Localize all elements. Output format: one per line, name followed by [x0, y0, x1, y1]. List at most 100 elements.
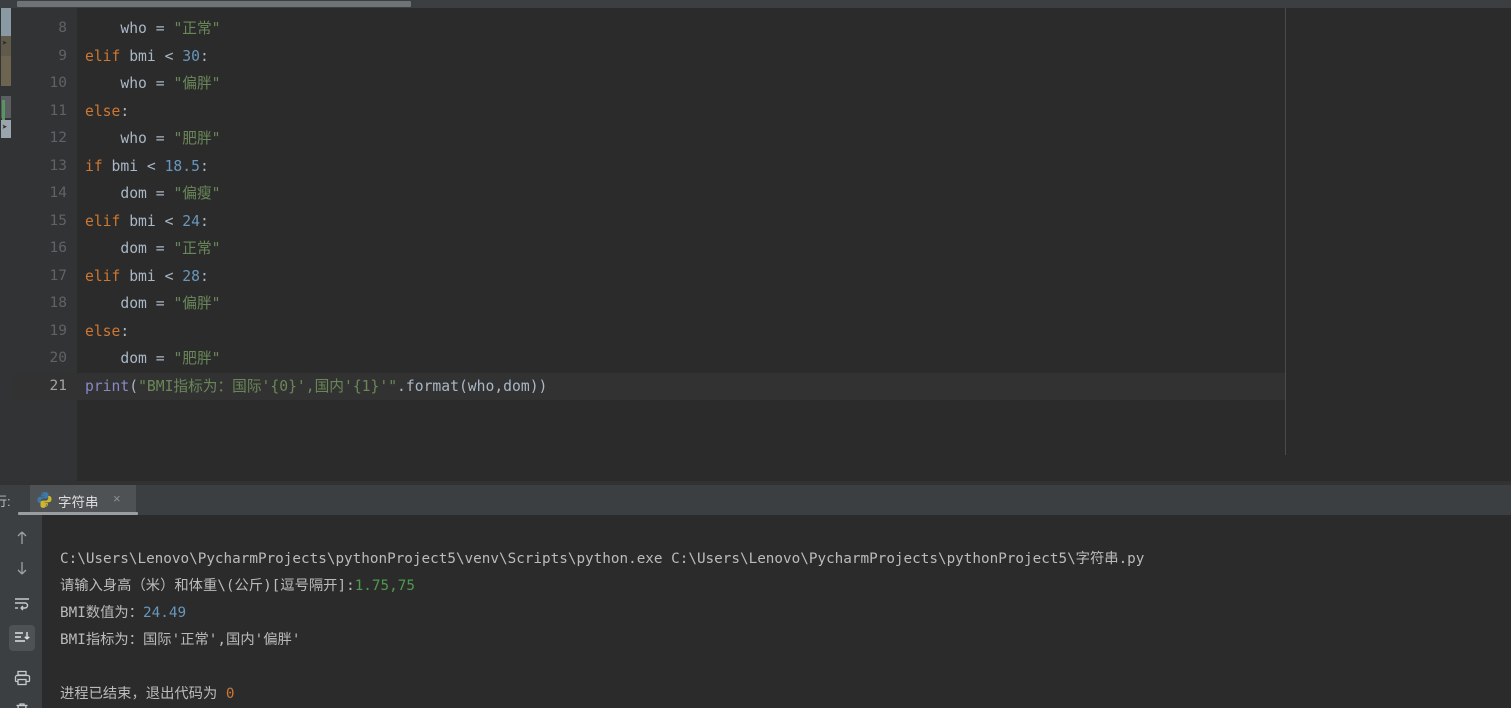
run-toolbar — [0, 515, 42, 708]
code-line[interactable]: who = "偏胖" — [77, 70, 1285, 98]
line-number[interactable]: 12 — [13, 125, 77, 153]
console-output[interactable]: C:\Users\Lenovo\PycharmProjects\pythonPr… — [42, 515, 1511, 708]
scroll-to-end-icon — [13, 629, 31, 647]
line-number[interactable]: 8 — [13, 15, 77, 43]
print-button[interactable] — [9, 665, 35, 691]
code-line[interactable]: who = "肥胖" — [77, 125, 1285, 153]
soft-wrap-icon — [13, 595, 31, 613]
python-file-icon — [37, 492, 52, 508]
code-canvas[interactable]: who = "正常" elif bmi < 30: who = "偏胖" else:… — [77, 8, 1511, 481]
console-command-line: C:\Users\Lenovo\PycharmProjects\pythonPr… — [60, 549, 1144, 569]
run-tool-window-header: 行: 字符串 × — [0, 485, 1511, 515]
code-token: : — [199, 157, 209, 175]
console-text: 24.49 — [143, 605, 187, 621]
chevron-right-icon: ➤ — [2, 123, 8, 133]
line-number[interactable]: 13 — [13, 153, 77, 181]
code-token: < — [164, 212, 183, 230]
console-bmi-value-line: BMI数值为：24.49 — [60, 603, 186, 623]
soft-wrap-button[interactable] — [9, 591, 35, 617]
code-token: who — [120, 75, 147, 92]
code-line[interactable]: who = "正常" — [77, 15, 1285, 43]
horizontal-scrollbar-thumb[interactable] — [17, 1, 411, 7]
code-token: 24 — [182, 212, 200, 230]
arrow-up-icon — [13, 529, 31, 547]
code-token: = — [146, 130, 174, 147]
line-number[interactable]: 15 — [13, 208, 77, 236]
code-token: dom) — [503, 377, 539, 395]
code-token: : — [199, 212, 209, 230]
code-token: = — [146, 350, 174, 367]
line-number[interactable]: 20 — [13, 345, 77, 373]
code-token: if — [85, 157, 103, 175]
tool-window-title: 行: — [0, 494, 11, 509]
code-line[interactable]: else: — [77, 98, 1285, 126]
annotation-marker — [1, 56, 11, 86]
line-number[interactable]: 18 — [13, 290, 77, 318]
code-token: ( — [129, 377, 139, 395]
close-icon[interactable]: × — [113, 491, 121, 506]
right-margin-guide — [1285, 8, 1286, 455]
arrow-down-icon — [13, 559, 31, 577]
console-text: 0 — [225, 686, 235, 702]
code-line[interactable]: elif bmi < 30: — [77, 43, 1285, 71]
scroll-down-button[interactable] — [9, 555, 35, 581]
chevron-right-icon: ➤ — [2, 39, 8, 49]
code-line[interactable]: dom = "偏瘦" — [77, 180, 1285, 208]
clear-all-button[interactable] — [9, 697, 35, 708]
code-token: dom — [120, 350, 147, 367]
scroll-up-button[interactable] — [9, 525, 35, 551]
code-token: else — [85, 102, 121, 120]
line-number[interactable]: 16 — [13, 235, 77, 263]
trash-icon — [13, 701, 31, 708]
console-text: 请输入身高（米）和体重\(公斤)[逗号隔开]: — [60, 578, 355, 594]
code-token: "偏胖" — [173, 75, 221, 92]
editor-annotation-strip[interactable]: ➤ ➤ — [0, 8, 13, 481]
code-line[interactable]: elif bmi < 28: — [77, 263, 1285, 291]
code-token: < — [164, 267, 183, 285]
code-token: < — [146, 157, 165, 175]
editor-bottom-fill — [77, 455, 1511, 481]
code-token: ) — [538, 377, 548, 395]
code-editor[interactable]: ➤ ➤ 8 9 10 11 12 13 14 15 16 17 18 19 20 21 who = "正常… — [0, 8, 1511, 481]
code-token: print — [85, 377, 130, 395]
code-line[interactable]: dom = "正常" — [77, 235, 1285, 263]
console-bmi-category-line: BMI指标为：国际'正常',国内'偏胖' — [60, 630, 300, 650]
console-text: BMI数值为： — [60, 605, 144, 621]
code-line[interactable]: dom = "肥胖" — [77, 345, 1285, 373]
code-line[interactable]: print("BMI指标为：国际'{0}',国内'{1}'".format(wh… — [77, 372, 1285, 400]
console-prompt-line: 请输入身高（米）和体重\(公斤)[逗号隔开]:1.75,75 — [60, 576, 415, 596]
code-line[interactable]: dom = "偏胖" — [77, 290, 1285, 318]
code-line[interactable]: if bmi < 18.5: — [77, 153, 1285, 181]
code-token: < — [164, 47, 183, 65]
code-token: = — [146, 75, 174, 92]
editor-gutter[interactable]: 8 9 10 11 12 13 14 15 16 17 18 19 20 21 — [13, 8, 77, 481]
line-number[interactable]: 21 — [13, 372, 77, 400]
vcs-change-marker — [2, 100, 5, 122]
annotation-marker — [1, 8, 11, 36]
code-token: who — [120, 20, 147, 37]
code-token: else — [85, 322, 121, 340]
code-token: who — [120, 130, 147, 147]
line-number[interactable]: 14 — [13, 180, 77, 208]
code-token: elif — [85, 47, 121, 65]
line-number[interactable]: 19 — [13, 318, 77, 346]
code-token: : — [199, 267, 209, 285]
code-token: dom — [120, 240, 147, 257]
console-text: C:\Users\Lenovo\PycharmProjects\pythonPr… — [60, 551, 1145, 567]
code-token: "肥胖" — [173, 350, 221, 367]
code-token: = — [146, 240, 174, 257]
line-number[interactable]: 10 — [13, 70, 77, 98]
code-line[interactable]: else: — [77, 318, 1285, 346]
scroll-to-end-button[interactable] — [9, 625, 35, 651]
printer-icon — [13, 669, 31, 687]
code-token: : — [120, 322, 130, 340]
line-number[interactable]: 9 — [13, 43, 77, 71]
code-line[interactable]: elif bmi < 24: — [77, 208, 1285, 236]
line-number[interactable]: 17 — [13, 263, 77, 291]
line-number[interactable]: 11 — [13, 98, 77, 126]
